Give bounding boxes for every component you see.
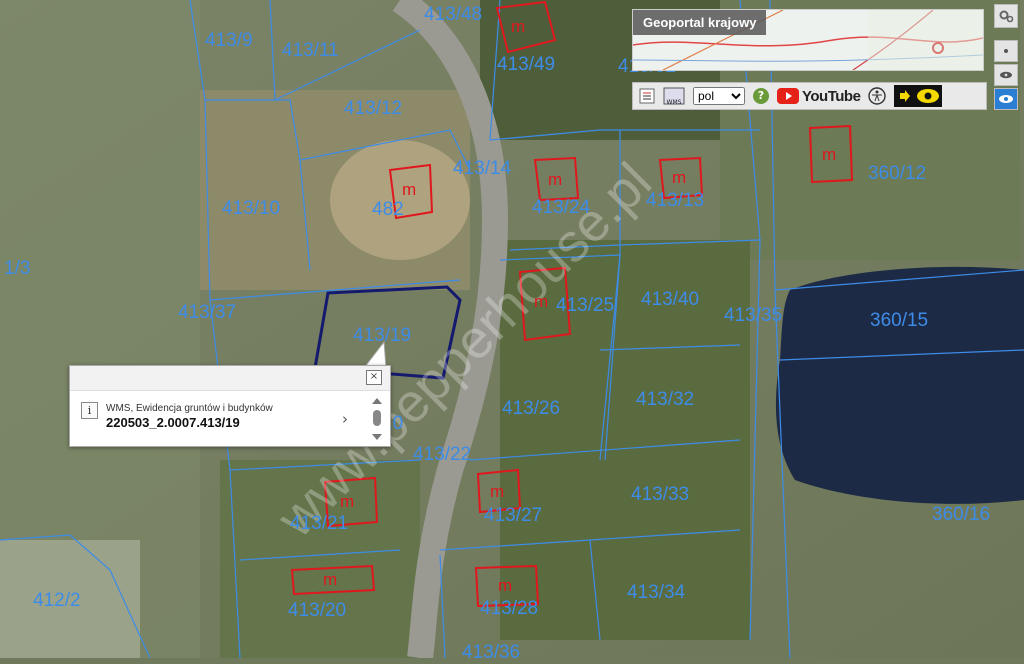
youtube-icon — [777, 88, 799, 104]
wms-label: WMS — [666, 99, 682, 106]
map-toolbar: WMS pol ? YouTube — [632, 82, 987, 110]
list-icon — [639, 88, 655, 104]
help-icon: ? — [753, 88, 769, 104]
building-marker: m — [490, 482, 505, 501]
building-marker: m — [498, 576, 513, 595]
right-rail — [994, 4, 1020, 112]
popup-scrollbar[interactable] — [370, 396, 384, 442]
youtube-label: YouTube — [802, 87, 861, 105]
popup-close-button[interactable]: × — [366, 370, 382, 385]
eye-icon — [999, 95, 1013, 103]
building-marker: m — [511, 17, 526, 36]
building-marker: m — [822, 145, 837, 164]
building-marker: m — [402, 180, 417, 199]
overview-title: Geoportal krajowy — [633, 10, 767, 35]
popup-pointer — [363, 340, 387, 368]
language-select[interactable]: pol — [693, 87, 745, 105]
gears-icon — [999, 10, 1014, 23]
accessibility-button[interactable] — [868, 87, 887, 105]
dot-icon — [1004, 49, 1008, 53]
accessibility-icon — [868, 87, 887, 105]
wms-button[interactable]: WMS — [663, 87, 685, 106]
view-small-button[interactable] — [994, 40, 1018, 62]
feature-info-popup: × i WMS, Ewidencja gruntów i budynków 22… — [69, 365, 391, 447]
building-marker: m — [340, 492, 355, 511]
help-button[interactable]: ? — [753, 88, 769, 104]
info-icon: i — [81, 402, 98, 419]
settings-button[interactable] — [994, 4, 1018, 28]
popup-source: WMS, Ewidencja gruntów i budynków — [106, 403, 273, 414]
view-eye-button[interactable] — [994, 64, 1018, 86]
building-marker: m — [672, 168, 687, 187]
view-eye-active-button[interactable] — [994, 88, 1018, 110]
popup-header — [70, 366, 390, 391]
contrast-eye-icon — [894, 85, 943, 107]
scrollbar-icon — [372, 398, 382, 440]
overview-map[interactable]: Geoportal krajowy — [632, 9, 984, 71]
eye-icon — [1000, 71, 1012, 79]
popup-parcel-id[interactable]: 220503_2.0007.413/19 — [106, 415, 240, 430]
building-marker: m — [534, 292, 549, 311]
youtube-button[interactable]: YouTube — [777, 87, 861, 105]
contrast-button[interactable] — [894, 85, 943, 107]
layers-button[interactable] — [639, 88, 655, 104]
building-marker: m — [323, 570, 338, 589]
popup-next-button[interactable]: › — [342, 410, 348, 428]
building-marker: m — [548, 170, 563, 189]
